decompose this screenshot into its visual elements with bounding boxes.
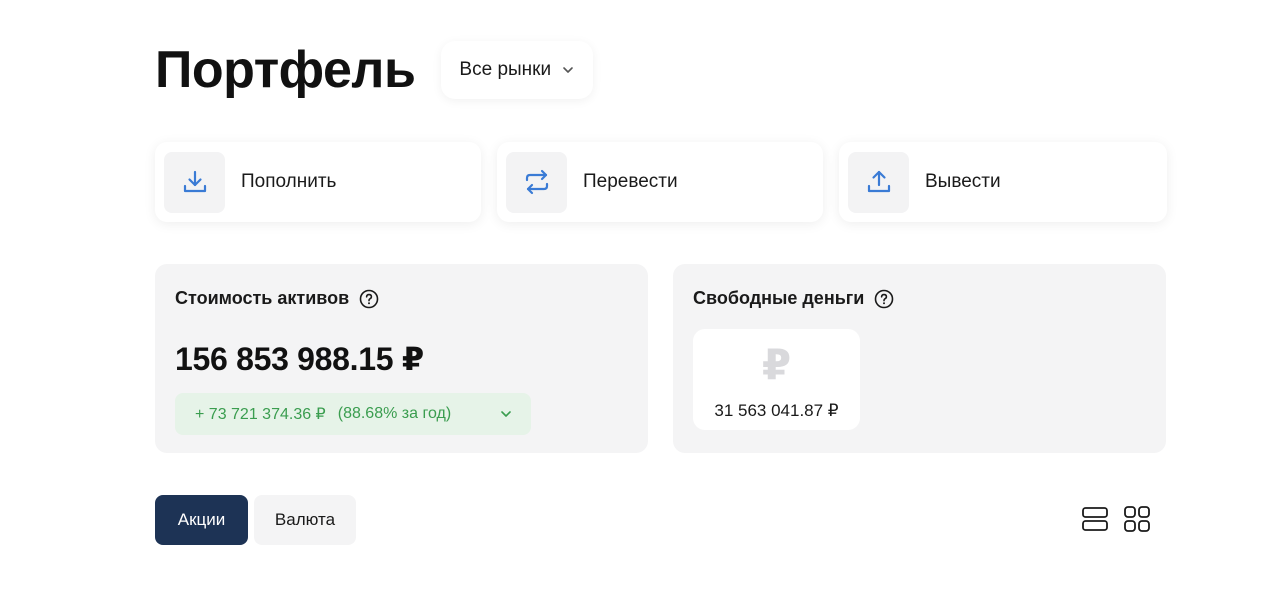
transfer-label: Перевести bbox=[583, 171, 678, 192]
asset-tabs: Акции Валюта bbox=[155, 495, 356, 545]
withdraw-button[interactable]: Вывести bbox=[839, 142, 1167, 222]
assets-title: Стоимость активов bbox=[175, 288, 350, 308]
tab-stocks[interactable]: Акции bbox=[155, 495, 248, 545]
ruble-balance: 31 563 041.87 ₽ bbox=[714, 401, 839, 420]
assets-header: Стоимость активов bbox=[175, 288, 379, 309]
download-icon bbox=[164, 151, 225, 213]
upload-icon bbox=[848, 151, 909, 213]
page-title: Портфель bbox=[155, 41, 416, 99]
free-cash-panel: Свободные деньги ₽ 31 563 041.87 ₽ bbox=[673, 264, 1166, 453]
market-select-label: Все рынки bbox=[459, 59, 552, 80]
tab-currency[interactable]: Валюта bbox=[254, 495, 356, 545]
profit-badge[interactable]: + 73 721 374.36 ₽ (88.68% за год) bbox=[175, 393, 531, 435]
assets-panel: Стоимость активов 156 853 988.15 ₽ + 73 … bbox=[155, 264, 648, 453]
help-icon[interactable] bbox=[359, 289, 379, 309]
profit-percent: (88.68% за год) bbox=[337, 405, 452, 422]
deposit-button[interactable]: Пополнить bbox=[155, 142, 481, 222]
market-select[interactable]: Все рынки bbox=[441, 41, 594, 99]
ruble-balance-card[interactable]: ₽ 31 563 041.87 ₽ bbox=[693, 329, 860, 430]
chevron-down-icon bbox=[561, 63, 575, 77]
help-icon[interactable] bbox=[874, 289, 894, 309]
free-cash-title: Свободные деньги bbox=[693, 288, 865, 308]
transfer-button[interactable]: Перевести bbox=[497, 142, 823, 222]
portfolio-page: Портфель Все рынки Пополнить Перевести В… bbox=[0, 0, 1280, 604]
free-cash-header: Свободные деньги bbox=[693, 288, 894, 309]
withdraw-label: Вывести bbox=[925, 171, 1001, 192]
list-view-icon[interactable] bbox=[1081, 505, 1109, 533]
view-toggle bbox=[1081, 505, 1151, 533]
ruble-icon: ₽ bbox=[761, 341, 792, 388]
transfer-icon bbox=[506, 151, 567, 213]
chevron-down-icon bbox=[499, 407, 513, 421]
profit-amount: + 73 721 374.36 ₽ bbox=[195, 406, 326, 423]
action-buttons: Пополнить Перевести Вывести bbox=[155, 142, 1167, 222]
assets-value: 156 853 988.15 ₽ bbox=[175, 341, 424, 377]
header: Портфель Все рынки bbox=[155, 38, 594, 102]
deposit-label: Пополнить bbox=[241, 171, 337, 192]
grid-view-icon[interactable] bbox=[1123, 505, 1151, 533]
